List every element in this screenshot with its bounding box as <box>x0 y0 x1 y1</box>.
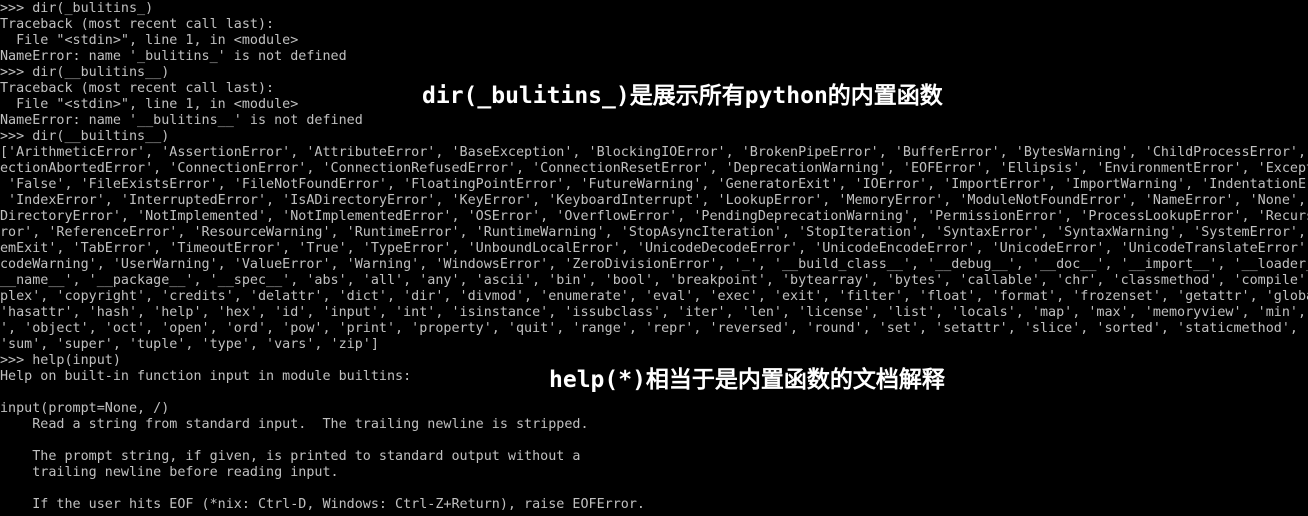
console-line: The prompt string, if given, is printed … <box>0 449 581 464</box>
console-line: 'hasattr', 'hash', 'help', 'hex', 'id', … <box>0 305 1308 320</box>
console-line: emExit', 'TabError', 'TimeoutError', 'Tr… <box>0 241 1308 256</box>
console-line: ror', 'ReferenceError', 'ResourceWarning… <box>0 225 1308 240</box>
console-line: Read a string from standard input. The t… <box>0 417 589 432</box>
console-line: ['ArithmeticError', 'AssertionError', 'A… <box>0 145 1308 160</box>
console-line: 'IndexError', 'InterruptedError', 'IsADi… <box>0 193 1308 208</box>
console-line: >>> dir(__bulitins__) <box>0 65 170 80</box>
console-line: NameError: name '__bulitins__' is not de… <box>0 113 363 128</box>
console-line: DirectoryError', 'NotImplemented', 'NotI… <box>0 209 1308 224</box>
console-line: If the user hits EOF (*nix: Ctrl-D, Wind… <box>0 497 645 512</box>
console-line: codeWarning', 'UserWarning', 'ValueError… <box>0 257 1308 272</box>
dir-annotation-caption: dir(_bulitins_)是展示所有python的内置函数 <box>422 83 943 109</box>
console-window[interactable]: >>> dir(_bulitins_) Traceback (most recen… <box>0 0 1308 516</box>
console-line: >>> dir(__builtins__) <box>0 129 170 144</box>
console-line: ectionAbortedError', 'ConnectionError', … <box>0 161 1308 176</box>
console-line: 'sum', 'super', 'tuple', 'type', 'vars',… <box>0 337 379 352</box>
console-line: >>> dir(_bulitins_) <box>0 1 154 16</box>
console-line: File "<stdin>", line 1, in <module> <box>0 33 299 48</box>
console-line: input(prompt=None, /) <box>0 401 170 416</box>
console-line: 'False', 'FileExistsError', 'FileNotFoun… <box>0 177 1308 192</box>
help-annotation-caption: help(*)相当于是内置函数的文档解释 <box>549 367 945 393</box>
console-line: Traceback (most recent call last): <box>0 81 275 96</box>
console-line: __name__', '__package__', '__spec__', 'a… <box>0 273 1308 288</box>
console-line: NameError: name '_bulitins_' is not defi… <box>0 49 347 64</box>
console-line: trailing newline before reading input. <box>0 465 339 480</box>
console-line: ', 'object', 'oct', 'open', 'ord', 'pow'… <box>0 321 1308 336</box>
console-line: plex', 'copyright', 'credits', 'delattr'… <box>0 289 1308 304</box>
console-line: File "<stdin>", line 1, in <module> <box>0 97 299 112</box>
console-line: Help on built-in function input in modul… <box>0 369 412 384</box>
console-line: Traceback (most recent call last): <box>0 17 275 32</box>
console-line: >>> help(input) <box>0 353 121 368</box>
